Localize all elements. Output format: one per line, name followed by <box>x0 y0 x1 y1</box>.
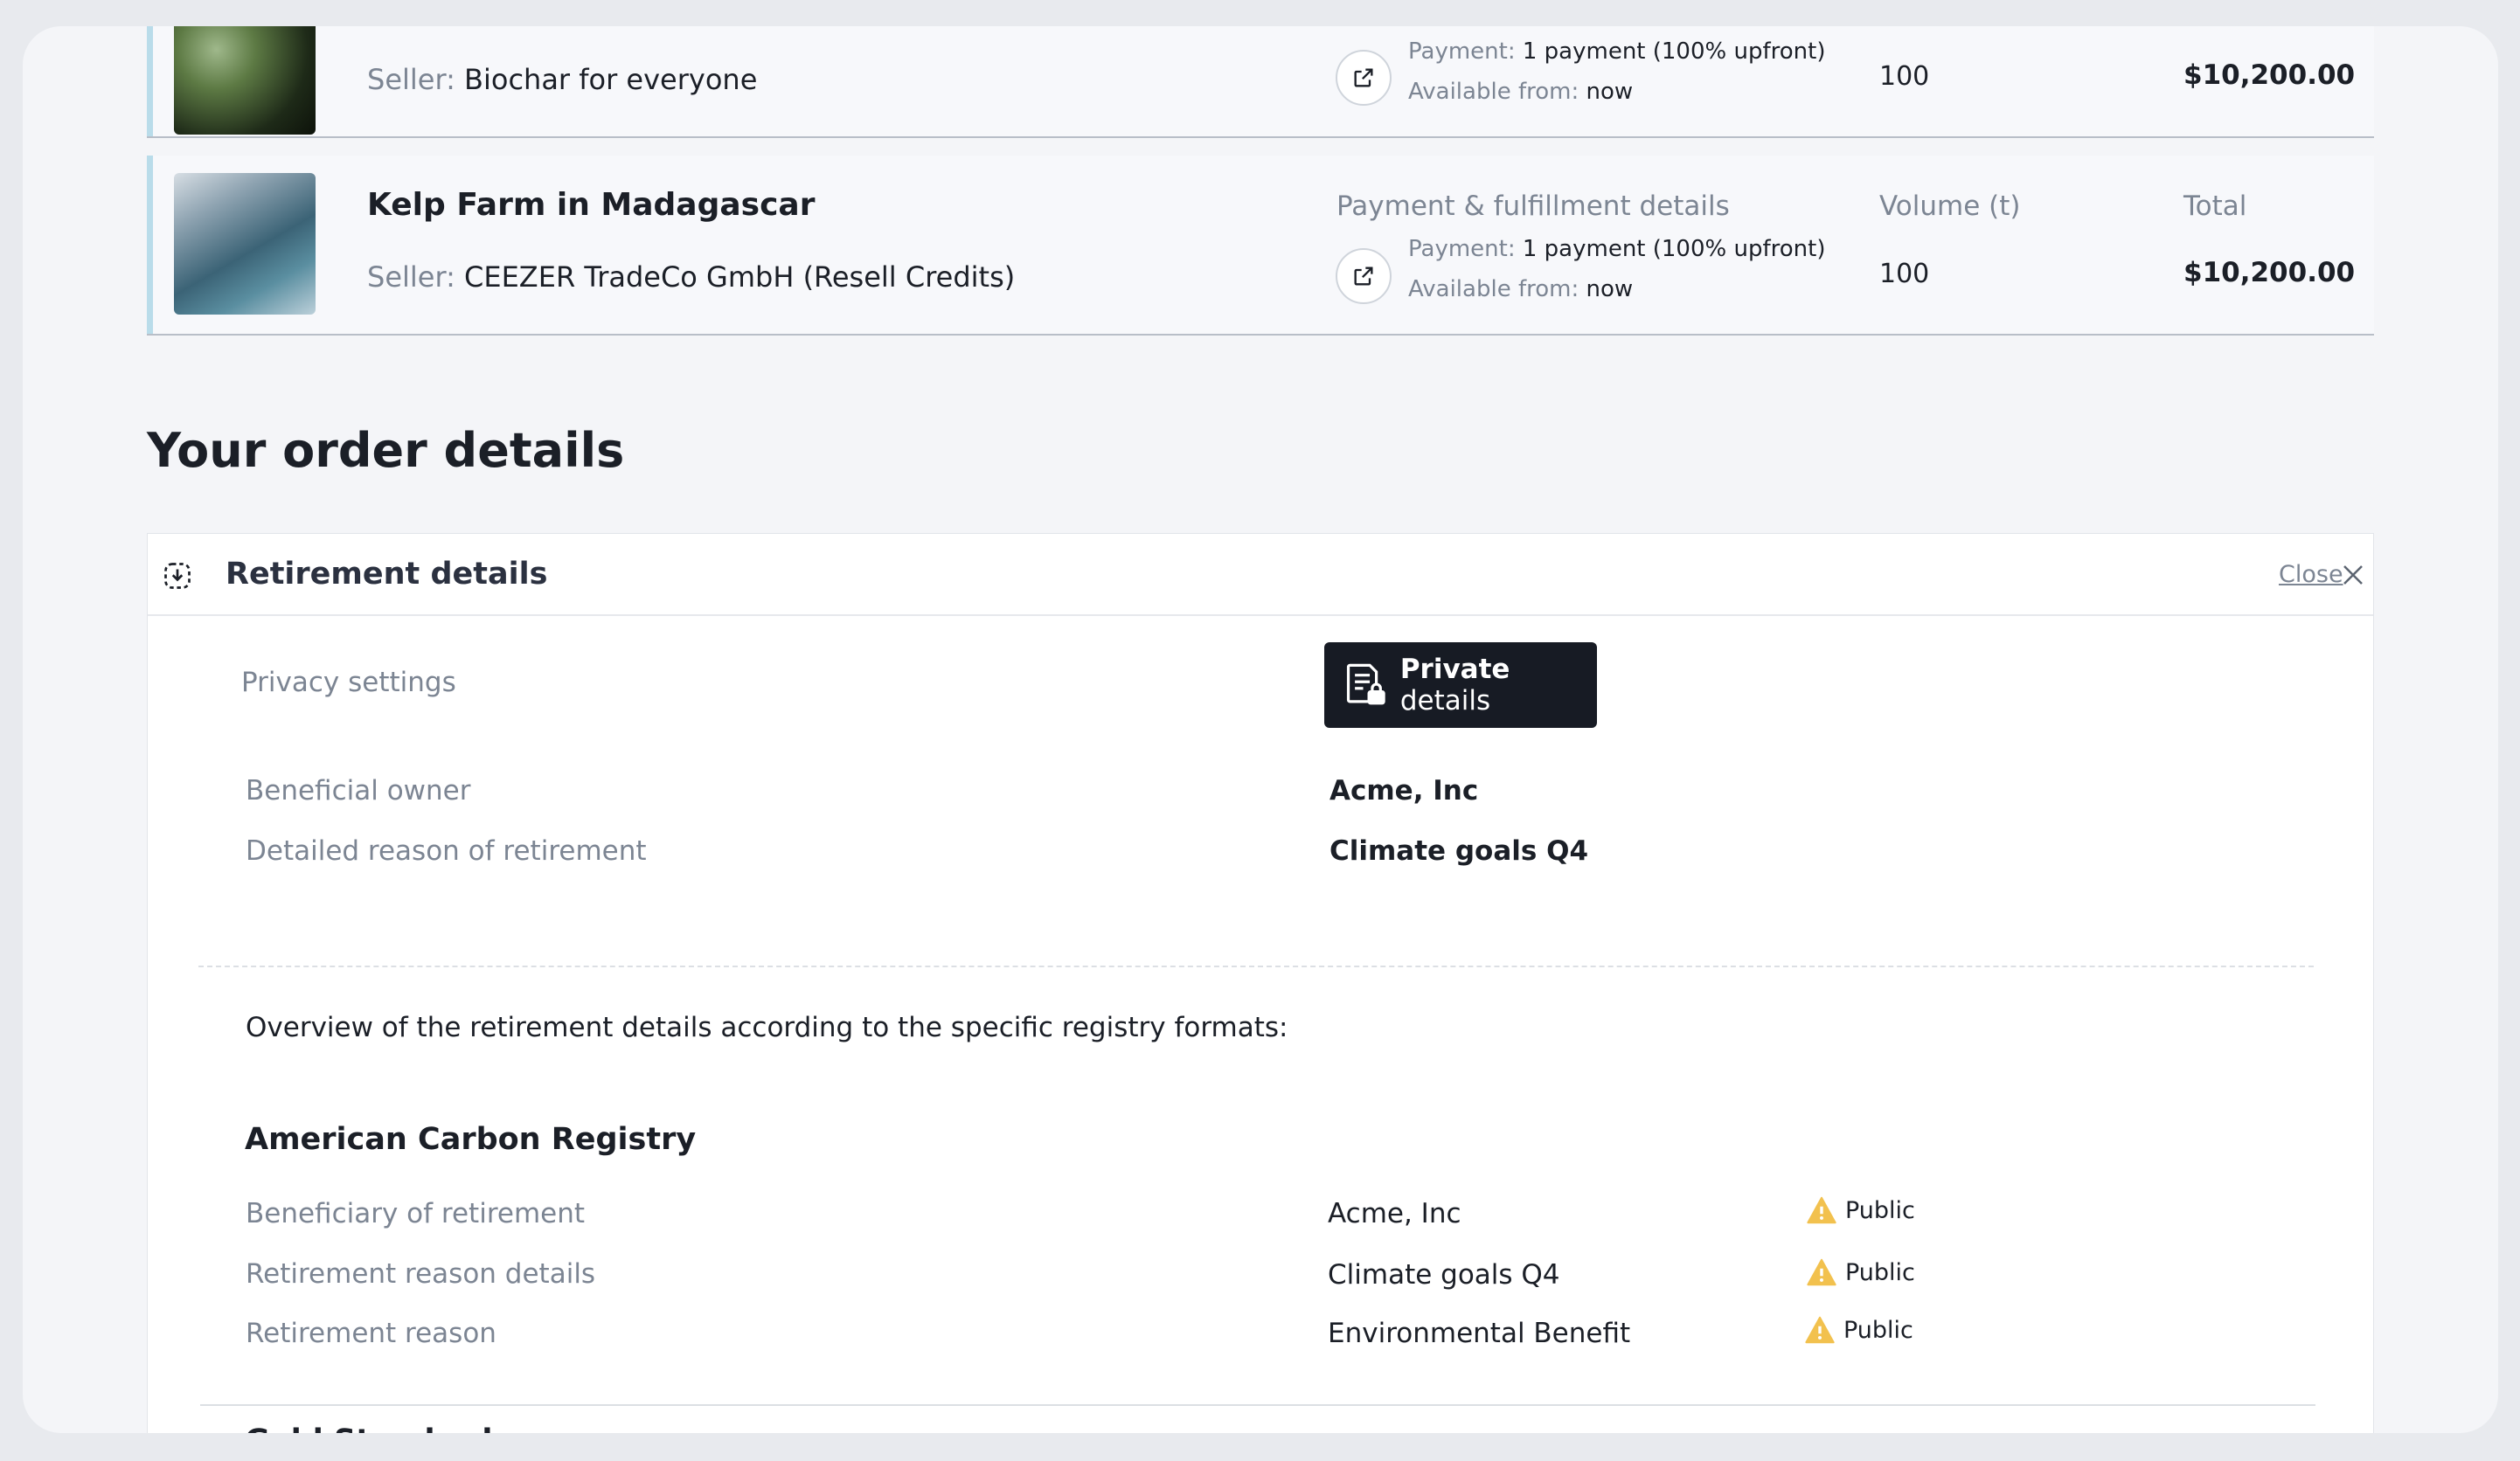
document-lock-icon <box>1346 663 1385 705</box>
total-value: $10,200.00 <box>2183 59 2356 91</box>
payment-line: Payment: 1 payment (100% upfront) <box>1408 236 1826 262</box>
private-details-label: Private details <box>1399 654 1510 717</box>
field-label: Detailed reason of retirement <box>246 835 647 867</box>
seller-line: Seller: CEEZER TradeCo GmbH (Resell Cred… <box>367 260 1015 294</box>
field-value: Acme, Inc <box>1329 775 1479 807</box>
volume-value: 100 <box>1879 259 1930 289</box>
divider <box>198 966 2314 967</box>
row-accent-bar <box>147 156 153 334</box>
warning-icon <box>1807 1258 1836 1286</box>
registry-field-value: Environmental Benefit <box>1328 1318 1631 1349</box>
total-column-header: Total <box>2183 190 2247 222</box>
open-external-button[interactable] <box>1336 50 1392 106</box>
seller-name: CEEZER TradeCo GmbH (Resell Credits) <box>464 260 1016 294</box>
visibility-badge: Public <box>1807 1258 1915 1286</box>
field-value: Climate goals Q4 <box>1329 835 1589 867</box>
cart-item-row: Kelp Farm in Madagascar Seller: CEEZER T… <box>147 156 2374 336</box>
private-details-button[interactable]: Private details <box>1324 642 1597 728</box>
project-thumbnail <box>174 26 316 135</box>
registry-field-label: Retirement reason details <box>246 1258 596 1290</box>
field-label: Beneficial owner <box>246 775 471 807</box>
project-thumbnail <box>174 173 316 315</box>
retirement-icon <box>164 563 191 589</box>
retirement-details-panel: Retirement details Close Privacy setting… <box>147 533 2374 1433</box>
external-link-icon <box>1354 68 1373 87</box>
close-icon[interactable] <box>2340 562 2366 588</box>
available-line: Available from: now <box>1408 276 1634 302</box>
total-value: $10,200.00 <box>2183 257 2356 288</box>
payment-line: Payment: 1 payment (100% upfront) <box>1408 38 1826 65</box>
project-title[interactable]: Kelp Farm in Madagascar <box>367 187 815 223</box>
seller-name: Biochar for everyone <box>464 63 758 96</box>
panel-title: Retirement details <box>226 557 548 592</box>
open-external-button[interactable] <box>1336 248 1392 304</box>
registry-field-label: Beneficiary of retirement <box>246 1198 586 1229</box>
warning-icon <box>1807 1196 1836 1224</box>
seller-line: Seller: Biochar for everyone <box>367 63 757 96</box>
registry-title: American Carbon Registry <box>245 1122 697 1157</box>
row-accent-bar <box>147 26 153 136</box>
external-link-icon <box>1354 267 1373 286</box>
registry-field-value: Climate goals Q4 <box>1328 1259 1560 1291</box>
close-link[interactable]: Close <box>2279 561 2343 588</box>
privacy-settings-label: Privacy settings <box>241 667 456 698</box>
available-line: Available from: now <box>1408 79 1634 105</box>
payment-column-header: Payment & fulfillment details <box>1336 190 1730 222</box>
panel-header: Retirement details Close <box>148 534 2373 616</box>
section-title: Your order details <box>147 423 625 478</box>
divider <box>200 1404 2315 1406</box>
app-frame: Seller: Biochar for everyone Payment: 1 … <box>23 26 2498 1433</box>
warning-icon <box>1805 1316 1835 1344</box>
overview-text: Overview of the retirement details accor… <box>246 1012 1288 1043</box>
registry-title: Gold Standard <box>245 1423 492 1433</box>
registry-field-label: Retirement reason <box>246 1318 496 1349</box>
volume-column-header: Volume (t) <box>1879 190 2021 222</box>
registry-field-value: Acme, Inc <box>1328 1198 1461 1229</box>
visibility-badge: Public <box>1805 1316 1913 1344</box>
visibility-badge: Public <box>1807 1196 1915 1224</box>
seller-label: Seller: <box>367 63 455 96</box>
volume-value: 100 <box>1879 61 1930 92</box>
cart-item-row: Seller: Biochar for everyone Payment: 1 … <box>147 26 2374 138</box>
seller-label: Seller: <box>367 260 455 294</box>
